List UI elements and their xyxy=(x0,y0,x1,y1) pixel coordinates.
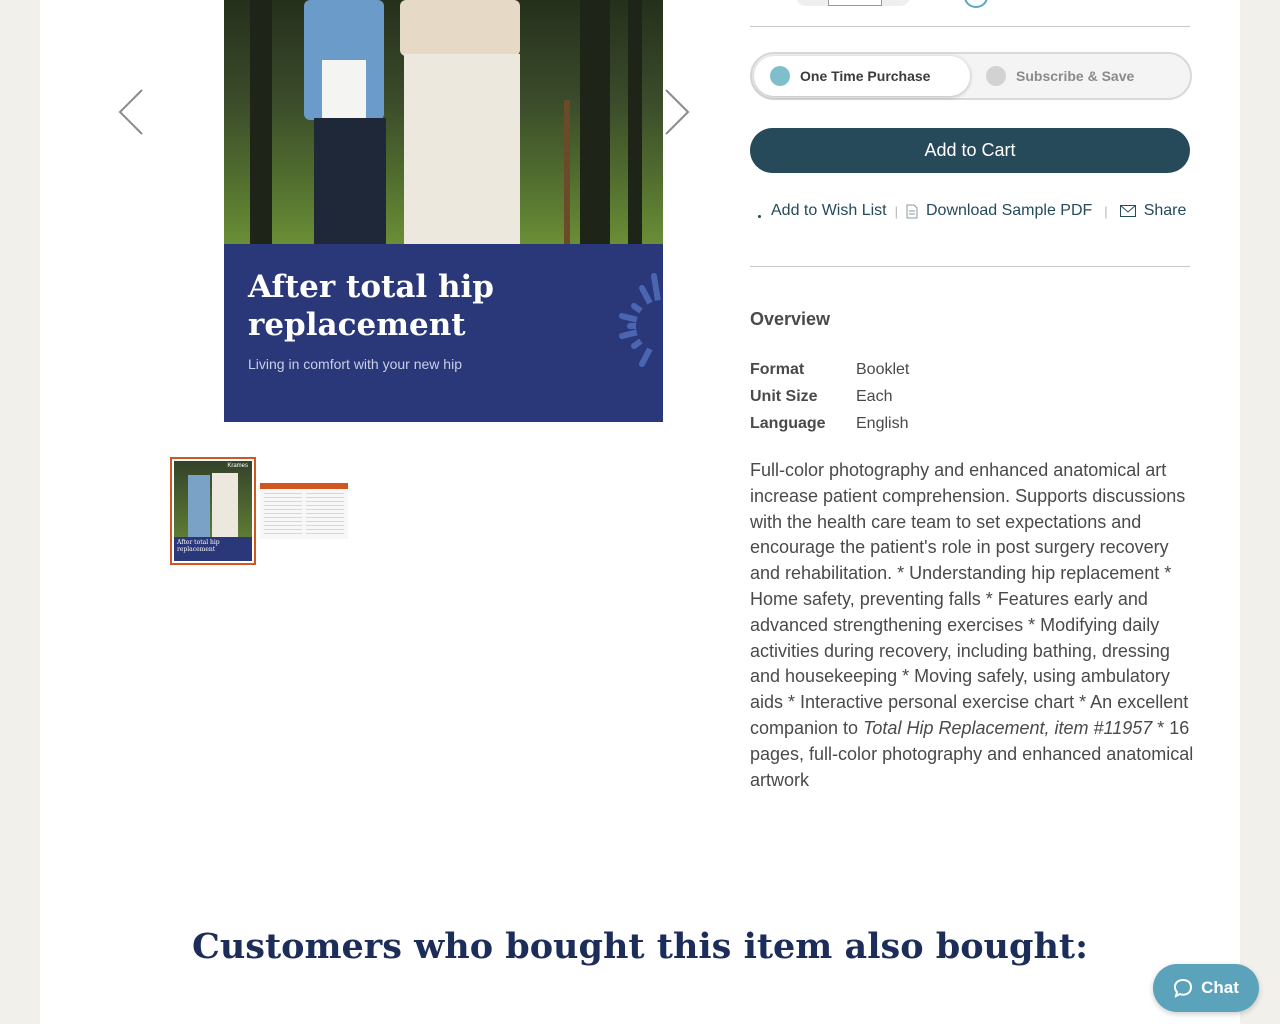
chat-label: Chat xyxy=(1201,978,1239,997)
divider xyxy=(750,26,1190,27)
previous-image-button[interactable] xyxy=(118,86,158,138)
chat-button[interactable]: Chat xyxy=(1153,964,1259,1012)
spec-label: Language xyxy=(750,415,826,432)
product-main-image[interactable]: After total hip replacement Living in co… xyxy=(224,0,663,422)
cover-title: After total hip replacement xyxy=(248,269,494,343)
product-actions: Add to Wish List | Download Sample PDF |… xyxy=(756,200,1186,222)
heart-icon xyxy=(758,214,761,218)
radio-selected-icon xyxy=(770,66,790,86)
spec-label: Unit Size xyxy=(750,388,818,405)
spec-row-language: Language English xyxy=(750,415,908,433)
speech-bubble-icon xyxy=(1174,978,1193,998)
description-text: Full-color photography and enhanced anat… xyxy=(750,460,1189,738)
burst-logo-icon xyxy=(619,273,662,367)
spec-value: Booklet xyxy=(856,361,910,378)
subscribe-save-label: Subscribe & Save xyxy=(1016,68,1135,84)
add-to-wish-list-link[interactable]: Add to Wish List xyxy=(771,202,887,220)
download-sample-pdf-label: Download Sample PDF xyxy=(926,202,1093,219)
spec-label: Format xyxy=(750,361,805,378)
cover-subtitle: Living in comfort with your new hip xyxy=(248,356,462,372)
spec-value: Each xyxy=(856,388,893,405)
add-to-cart-button[interactable]: Add to Cart xyxy=(750,128,1190,173)
thumbnail-title: After total hip replacement xyxy=(174,537,252,561)
document-icon xyxy=(906,204,918,218)
envelope-icon xyxy=(1119,205,1136,217)
one-time-purchase-option[interactable]: One Time Purchase xyxy=(754,56,970,96)
thumbnail-cover-photo: Krames xyxy=(174,461,252,537)
share-label: Share xyxy=(1143,202,1187,219)
quantity-input[interactable] xyxy=(828,0,882,6)
thumbnail-brand: Krames xyxy=(227,463,248,469)
chevron-left-icon xyxy=(118,89,143,135)
separator: | xyxy=(894,203,898,219)
product-description: Full-color photography and enhanced anat… xyxy=(750,458,1194,793)
purchase-option-toggle: One Time Purchase Subscribe & Save xyxy=(750,52,1192,100)
divider xyxy=(750,266,1190,267)
overview-heading: Overview xyxy=(750,309,831,329)
chevron-right-icon xyxy=(665,89,690,135)
separator: | xyxy=(1104,203,1108,219)
cover-band: After total hip replacement Living in co… xyxy=(224,244,663,422)
thumbnail-cover[interactable]: Krames After total hip replacement xyxy=(170,457,256,565)
next-image-button[interactable] xyxy=(662,86,702,138)
help-icon[interactable] xyxy=(964,0,988,8)
radio-unselected-icon xyxy=(986,66,1006,86)
cover-photo xyxy=(224,0,663,244)
download-sample-pdf-link[interactable]: Download Sample PDF xyxy=(906,202,1092,220)
product-page: After total hip replacement Living in co… xyxy=(40,0,1240,1024)
subscribe-save-option[interactable]: Subscribe & Save xyxy=(974,56,1190,96)
companion-item-reference: Total Hip Replacement, item #11957 xyxy=(863,717,1153,738)
one-time-purchase-label: One Time Purchase xyxy=(800,68,931,84)
thumbnail-inside-pages[interactable] xyxy=(260,483,348,543)
spec-row-format: Format Booklet xyxy=(750,361,909,379)
spec-value: English xyxy=(856,415,909,432)
spec-row-unit-size: Unit Size Each xyxy=(750,388,892,406)
also-bought-heading: Customers who bought this item also boug… xyxy=(191,926,1089,967)
share-link[interactable]: Share xyxy=(1119,202,1187,220)
